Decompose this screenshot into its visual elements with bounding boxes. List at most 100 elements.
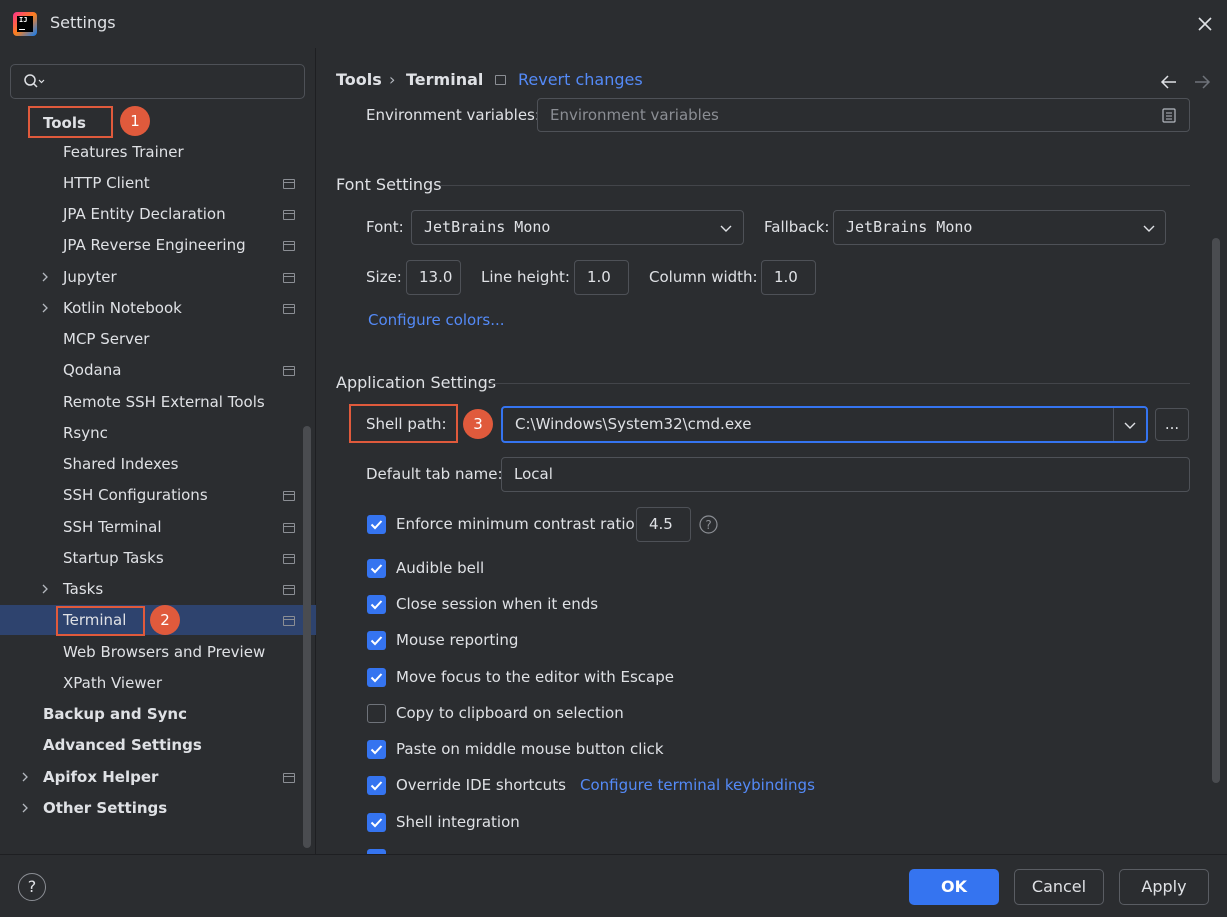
sidebar-item-features-trainer[interactable]: Features Trainer: [63, 137, 184, 167]
section-divider: [441, 185, 1190, 186]
default-tab-label: Default tab name:: [366, 465, 503, 483]
project-level-icon: [283, 585, 295, 595]
configure-colors-link[interactable]: Configure colors...: [368, 311, 505, 329]
default-tab-name-input[interactable]: Local: [501, 457, 1190, 492]
sidebar-item-advanced-settings[interactable]: Advanced Settings: [43, 730, 202, 760]
move-focus-checkbox[interactable]: [367, 668, 386, 687]
audible-bell-label: Audible bell: [396, 559, 485, 577]
chevron-right-icon[interactable]: [20, 772, 30, 782]
sidebar-item-startup-tasks[interactable]: Startup Tasks: [63, 543, 164, 573]
browse-button[interactable]: ...: [1155, 408, 1189, 441]
audible-bell-checkbox[interactable]: [367, 559, 386, 578]
cancel-button[interactable]: Cancel: [1014, 869, 1104, 905]
shell-integration-checkbox[interactable]: [367, 813, 386, 832]
application-settings-title: Application Settings: [336, 373, 497, 392]
title-bar: IJ Settings: [0, 0, 1227, 48]
checkmark-icon: [370, 636, 383, 646]
combo-divider: [1113, 408, 1114, 441]
sidebar-item-kotlin-notebook[interactable]: Kotlin Notebook: [63, 293, 182, 323]
annotation-box-3: [349, 404, 458, 443]
sidebar-item-http-client[interactable]: HTTP Client: [63, 168, 150, 198]
font-select[interactable]: JetBrains Mono: [411, 210, 744, 245]
env-variables-field[interactable]: Environment variables: [537, 98, 1190, 132]
breadcrumb-separator: ›: [389, 70, 396, 89]
sidebar-item-rsync[interactable]: Rsync: [63, 418, 108, 448]
checkmark-icon: [370, 781, 383, 791]
sidebar-item-web-browsers[interactable]: Web Browsers and Preview: [63, 637, 265, 667]
project-level-icon: [283, 179, 295, 189]
project-level-icon: [283, 304, 295, 314]
sidebar-item-xpath-viewer[interactable]: XPath Viewer: [63, 668, 162, 698]
checkmark-icon: [370, 600, 383, 610]
settings-search-input[interactable]: [10, 64, 305, 99]
project-level-icon: [283, 773, 295, 783]
chevron-right-icon[interactable]: [20, 803, 30, 813]
checkmark-icon: [370, 520, 383, 530]
ok-button[interactable]: OK: [909, 869, 999, 905]
close-session-label: Close session when it ends: [396, 595, 599, 613]
chevron-right-icon[interactable]: [40, 584, 50, 594]
chevron-right-icon[interactable]: [40, 272, 50, 282]
sidebar-item-ssh-terminal[interactable]: SSH Terminal: [63, 512, 161, 542]
sidebar-item-other-settings[interactable]: Other Settings: [43, 793, 167, 823]
project-level-icon: [283, 366, 295, 376]
content-scrollbar[interactable]: [1212, 238, 1220, 783]
enforce-contrast-checkbox[interactable]: [367, 515, 386, 534]
sidebar-scrollbar[interactable]: [303, 426, 311, 848]
settings-content: Tools › Terminal Revert changes Environm…: [317, 48, 1227, 854]
help-button[interactable]: ?: [18, 873, 46, 901]
override-shortcuts-checkbox[interactable]: [367, 776, 386, 795]
close-icon[interactable]: [1195, 14, 1215, 34]
chevron-down-icon: [720, 225, 732, 232]
search-icon: [24, 74, 45, 88]
close-session-checkbox[interactable]: [367, 595, 386, 614]
revert-changes-link[interactable]: Revert changes: [518, 70, 643, 89]
sidebar-item-jpa-entity-declaration[interactable]: JPA Entity Declaration: [63, 199, 226, 229]
enforce-contrast-label: Enforce minimum contrast ratio:: [396, 515, 640, 533]
chevron-right-icon[interactable]: [40, 303, 50, 313]
sidebar-item-backup-and-sync[interactable]: Backup and Sync: [43, 699, 187, 729]
sidebar-item-qodana[interactable]: Qodana: [63, 355, 121, 385]
annotation-badge-2: 2: [150, 605, 180, 635]
back-arrow-icon[interactable]: [1160, 74, 1178, 90]
chevron-down-icon: [1143, 225, 1155, 232]
font-size-input[interactable]: 13.0: [406, 260, 461, 295]
project-level-icon: [495, 75, 506, 85]
checkmark-icon: [370, 673, 383, 683]
font-label: Font:: [366, 218, 404, 236]
shell-path-input[interactable]: C:\Windows\System32\cmd.exe: [501, 406, 1148, 443]
sidebar-item-jupyter[interactable]: Jupyter: [63, 262, 117, 292]
settings-sidebar: Tools 1 Features Trainer HTTP Client JPA…: [0, 48, 316, 854]
sidebar-item-jpa-reverse-engineering[interactable]: JPA Reverse Engineering: [63, 230, 246, 260]
forward-arrow-icon[interactable]: [1193, 74, 1211, 90]
fallback-label: Fallback:: [764, 218, 830, 236]
checkmark-icon: [370, 564, 383, 574]
intellij-app-icon: IJ: [13, 12, 37, 36]
paste-middle-checkbox[interactable]: [367, 740, 386, 759]
sidebar-item-shared-indexes[interactable]: Shared Indexes: [63, 449, 178, 479]
copy-clipboard-checkbox[interactable]: [367, 704, 386, 723]
font-settings-title: Font Settings: [336, 175, 442, 194]
line-height-input[interactable]: 1.0: [574, 260, 629, 295]
annotation-box-2: [56, 606, 145, 636]
paste-middle-label: Paste on middle mouse button click: [396, 740, 664, 758]
sidebar-item-remote-ssh-external-tools[interactable]: Remote SSH External Tools: [63, 387, 265, 417]
sidebar-item-ssh-configurations[interactable]: SSH Configurations: [63, 480, 208, 510]
project-level-icon: [283, 554, 295, 564]
mouse-reporting-checkbox[interactable]: [367, 631, 386, 650]
column-width-input[interactable]: 1.0: [761, 260, 816, 295]
configure-keybindings-link[interactable]: Configure terminal keybindings: [580, 776, 815, 794]
mouse-reporting-label: Mouse reporting: [396, 631, 519, 649]
fallback-font-select[interactable]: JetBrains Mono: [833, 210, 1166, 245]
project-level-icon: [283, 616, 295, 626]
document-icon[interactable]: [1162, 108, 1176, 123]
chevron-down-icon[interactable]: [1123, 418, 1137, 432]
sidebar-item-tasks[interactable]: Tasks: [63, 574, 103, 604]
sidebar-item-apifox-helper[interactable]: Apifox Helper: [43, 762, 158, 792]
sidebar-item-mcp-server[interactable]: MCP Server: [63, 324, 149, 354]
help-circle-icon[interactable]: ?: [699, 515, 718, 534]
section-divider: [490, 383, 1190, 384]
breadcrumb-parent[interactable]: Tools: [336, 70, 382, 89]
apply-button[interactable]: Apply: [1119, 869, 1209, 905]
contrast-ratio-input[interactable]: 4.5: [636, 507, 691, 542]
